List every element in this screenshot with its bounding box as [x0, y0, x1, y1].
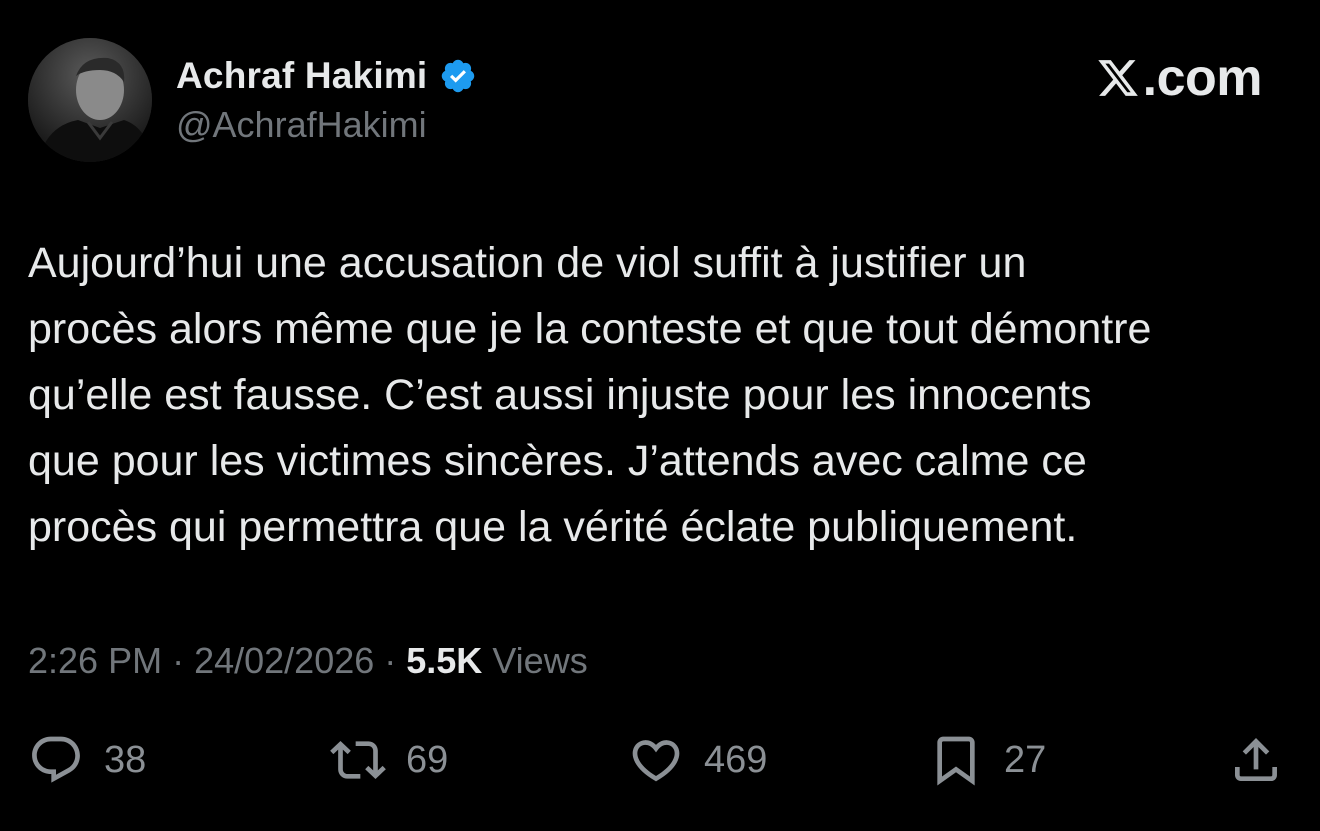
avatar-image	[28, 38, 152, 162]
reply-button[interactable]: 38	[28, 730, 146, 790]
views-count[interactable]: 5.5K	[406, 640, 482, 682]
reply-icon	[32, 736, 80, 783]
tweet-date[interactable]: 24/02/2026	[194, 640, 374, 682]
like-count: 469	[704, 738, 768, 781]
repost-button[interactable]: 69	[330, 730, 448, 790]
share-button[interactable]	[1228, 730, 1284, 790]
author-display-name[interactable]: Achraf Hakimi	[176, 55, 427, 97]
x-logo-icon	[1097, 60, 1138, 96]
tweet-action-bar: 38 69 469 27	[0, 730, 1320, 790]
brand-domain-label: .com	[1142, 49, 1263, 107]
heart-icon	[632, 740, 680, 782]
repost-icon	[330, 741, 386, 779]
brand-watermark: .com	[1095, 49, 1263, 107]
author-name-row[interactable]: Achraf Hakimi	[176, 54, 477, 98]
meta-separator: ·	[384, 640, 397, 681]
author-handle[interactable]: @AchrafHakimi	[176, 104, 427, 146]
bookmark-count: 27	[1004, 738, 1047, 781]
views-label[interactable]: Views	[492, 640, 587, 682]
tweet-time[interactable]: 2:26 PM	[28, 640, 162, 682]
verified-badge-icon	[442, 59, 475, 93]
tweet-meta: 2:26 PM · 24/02/2026 · 5.5K Views	[28, 636, 588, 686]
meta-separator: ·	[172, 640, 185, 681]
avatar[interactable]	[28, 38, 152, 162]
reply-count: 38	[104, 738, 147, 781]
bookmark-icon	[937, 736, 975, 786]
bookmark-button[interactable]: 27	[928, 730, 1046, 790]
tweet-text: Aujourd’hui une accusation de viol suffi…	[28, 239, 1152, 551]
like-button[interactable]: 469	[628, 730, 767, 790]
repost-count: 69	[406, 738, 449, 781]
share-icon	[1235, 738, 1277, 781]
